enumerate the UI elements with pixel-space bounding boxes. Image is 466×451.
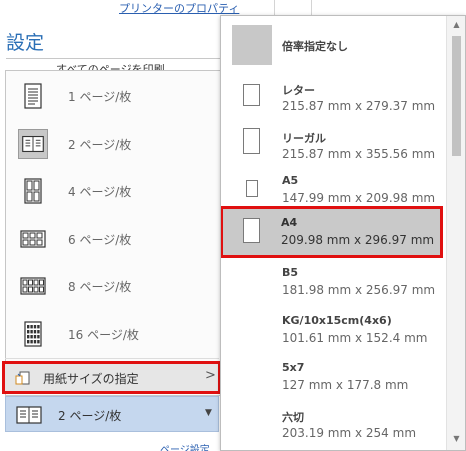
- menu-separator: [5, 358, 219, 359]
- paper-size-name: KG/10x15cm(4x6): [282, 314, 392, 327]
- dropdown-arrow-icon: ▼: [205, 408, 212, 418]
- chevron-right-icon: >: [205, 368, 216, 383]
- scroll-down-icon[interactable]: ▼: [447, 430, 465, 448]
- 16-pages-icon: [24, 321, 42, 347]
- pages-per-sheet-item-8[interactable]: 8 ページ/枚: [6, 263, 221, 309]
- paper-size-item-a4[interactable]: A4 209.98 mm x 296.97 mm: [221, 206, 443, 258]
- paper-size-name: 5x7: [282, 361, 305, 374]
- 4-pages-icon: [24, 178, 42, 204]
- no-scaling-icon: [232, 25, 272, 65]
- pages-per-sheet-label: 4 ページ/枚: [68, 185, 132, 199]
- scale-to-paper-size-item[interactable]: 用紙サイズの指定 >: [2, 361, 221, 394]
- pages-per-sheet-label: 6 ページ/枚: [68, 233, 132, 247]
- scale-to-paper-icon: [15, 371, 30, 385]
- paper-size-submenu: 倍率指定なし レター 215.87 mm x 279.37 mm リーガル 21…: [220, 15, 466, 451]
- pages-per-sheet-label: 1 ページ/枚: [68, 90, 132, 104]
- scroll-up-icon[interactable]: ▲: [447, 16, 465, 34]
- 2-pages-icon: [16, 406, 42, 424]
- print-all-pages-dropdown[interactable]: すべてのページを印刷: [6, 58, 220, 70]
- paper-size-dimensions: 147.99 mm x 209.98 mm: [282, 191, 436, 205]
- paper-size-name: B5: [282, 266, 299, 279]
- paper-size-name: A5: [282, 174, 299, 187]
- pages-per-sheet-current: 2 ページ/枚: [58, 409, 122, 423]
- pages-per-sheet-label: 2 ページ/枚: [68, 138, 132, 152]
- 8-pages-icon: [20, 277, 46, 295]
- paper-size-dimensions: 209.98 mm x 296.97 mm: [281, 233, 435, 247]
- pages-per-sheet-item-2[interactable]: 2 ページ/枚: [6, 121, 221, 167]
- 1-page-icon: [24, 83, 42, 109]
- paper-size-dimensions: 203.19 mm x 254 mm: [282, 426, 417, 440]
- paper-size-name: リーガル: [282, 132, 326, 145]
- pages-per-sheet-item-4[interactable]: 4 ページ/枚: [6, 168, 221, 214]
- 2-pages-icon: [18, 129, 48, 159]
- paper-size-name: 六切: [282, 411, 304, 424]
- paper-size-dimensions: 181.98 mm x 256.97 mm: [282, 283, 436, 297]
- pages-per-sheet-item-16[interactable]: 16 ページ/枚: [6, 311, 221, 357]
- scrollbar-thumb[interactable]: [452, 36, 461, 156]
- pages-per-sheet-item-1[interactable]: 1 ページ/枚: [6, 73, 221, 119]
- settings-title: 設定: [6, 32, 45, 54]
- paper-size-name: A4: [281, 216, 298, 229]
- paper-size-dimensions: 127 mm x 177.8 mm: [282, 378, 409, 392]
- paper-size-item-rokugiri[interactable]: 六切 203.19 mm x 254 mm: [221, 399, 447, 450]
- pages-per-sheet-item-6[interactable]: 6 ページ/枚: [6, 216, 221, 262]
- page-setup-link[interactable]: ページ設定: [160, 441, 210, 451]
- paper-size-item-none[interactable]: 倍率指定なし: [221, 16, 447, 74]
- paper-sheet-icon: [243, 128, 260, 154]
- paper-size-scrollbar[interactable]: ▲ ▼: [446, 16, 465, 450]
- 6-pages-icon: [20, 230, 46, 248]
- paper-sheet-icon: [243, 84, 260, 106]
- pages-per-sheet-menu: 1 ページ/枚 2 ページ/枚 4 ページ/枚 6 ページ/枚 8 ページ/枚 …: [5, 70, 220, 396]
- paper-sheet-icon: [243, 218, 260, 243]
- scale-to-paper-label: 用紙サイズの指定: [43, 372, 139, 386]
- paper-size-dimensions: 215.87 mm x 279.37 mm: [282, 99, 436, 113]
- pages-per-sheet-label: 8 ページ/枚: [68, 280, 132, 294]
- paper-size-name: 倍率指定なし: [282, 40, 348, 53]
- printer-properties-link[interactable]: プリンターのプロパティ: [119, 0, 239, 16]
- paper-size-name: レター: [282, 84, 315, 97]
- paper-sheet-icon: [246, 180, 258, 197]
- paper-size-dimensions: 215.87 mm x 355.56 mm: [282, 147, 436, 161]
- pages-per-sheet-label: 16 ページ/枚: [68, 328, 139, 342]
- paper-size-dimensions: 101.61 mm x 152.4 mm: [282, 331, 428, 345]
- pages-per-sheet-dropdown[interactable]: 2 ページ/枚 ▼: [5, 396, 219, 432]
- print-all-pages-label: すべてのページを印刷: [56, 63, 165, 70]
